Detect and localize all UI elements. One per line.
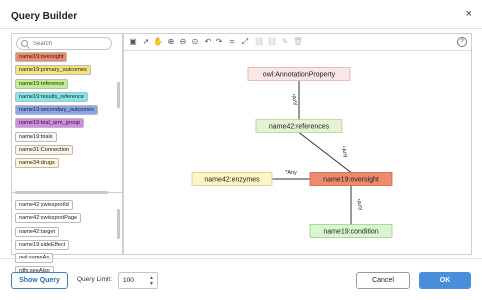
- graph-node-label: name19:oversight: [323, 176, 379, 183]
- search-box[interactable]: [16, 37, 112, 50]
- help-icon[interactable]: ?: [457, 37, 467, 47]
- class-list: name19:oversight name19:primary_outcomesn…: [15, 52, 115, 192]
- cancel-button[interactable]: Cancel: [356, 272, 410, 289]
- class-list-item[interactable]: name19:secondary_outcomes: [15, 105, 98, 116]
- ok-button[interactable]: OK: [419, 272, 471, 289]
- footer-divider: [0, 258, 482, 259]
- layout-icon[interactable]: ▣: [128, 37, 138, 47]
- unlink-icon[interactable]: ⛓: [267, 37, 277, 47]
- expand-icon[interactable]: ⤢: [240, 37, 250, 47]
- property-list-item[interactable]: name42:target: [15, 226, 60, 237]
- edit-icon[interactable]: ✎: [280, 37, 290, 47]
- search-icon: [21, 40, 28, 47]
- property-list-item[interactable]: name42:swissprotId: [15, 200, 73, 210]
- close-icon[interactable]: ×: [466, 8, 472, 20]
- class-list-item[interactable]: name19:primary_outcomes: [15, 65, 91, 76]
- graph-node-label: name42:enzymes: [204, 176, 260, 183]
- query-canvas[interactable]: ▣ ➚ ✋ ⊕ ⊖ ⊙ ↶ ↷ ⌗ ⤢ ⛓ ⛓ ✎ 🗑 ? *Any *Any *A…: [123, 33, 472, 255]
- class-list-scrollbar[interactable]: [117, 82, 120, 108]
- canvas-toolbar: ▣ ➚ ✋ ⊕ ⊖ ⊙ ↶ ↷ ⌗ ⤢ ⛓ ⛓ ✎ 🗑 ?: [124, 34, 471, 51]
- class-list-item[interactable]: name31:Connection: [15, 145, 74, 156]
- list-divider: [12, 192, 122, 193]
- zoom-out-icon[interactable]: ⊖: [178, 37, 188, 47]
- query-limit-value: 100: [123, 277, 134, 284]
- edge-label: *Any: [289, 93, 299, 106]
- dialog-title: Query Builder: [11, 11, 78, 22]
- stepper-icon[interactable]: ▲ ▼: [149, 275, 154, 287]
- zoom-in-icon[interactable]: ⊕: [166, 37, 176, 47]
- redo-icon[interactable]: ↷: [214, 37, 224, 47]
- zoom-fit-icon[interactable]: ⊙: [190, 37, 200, 47]
- edge-label: *Any: [354, 198, 364, 211]
- show-query-button[interactable]: Show Query: [11, 272, 68, 289]
- class-list-item[interactable]: name19:oversight: [15, 52, 68, 62]
- link-icon[interactable]: ⛓: [254, 37, 264, 47]
- graph-node-label: owl:AnnotationProperty: [263, 71, 336, 78]
- arrange-icon[interactable]: ⌗: [227, 37, 237, 47]
- hand-icon[interactable]: ✋: [153, 37, 163, 47]
- undo-icon[interactable]: ↶: [203, 37, 213, 47]
- class-list-item[interactable]: name19:trial_arm_group: [15, 118, 84, 129]
- search-input[interactable]: [33, 39, 109, 49]
- class-list-item[interactable]: name19:trials: [15, 131, 57, 142]
- query-limit-label: Query Limit:: [77, 276, 113, 283]
- graph-node-label: name42:references: [269, 123, 330, 130]
- query-builder-dialog: Query Builder × name19:oversight name19:p…: [0, 0, 482, 300]
- edge-label: *Any: [285, 170, 297, 176]
- delete-icon[interactable]: 🗑: [293, 37, 303, 47]
- query-limit-input[interactable]: 100 ▲ ▼: [118, 272, 158, 289]
- query-graph[interactable]: *Any *Any *Any *Any owl:AnnotationProperty na…: [124, 52, 471, 254]
- pointer-icon[interactable]: ➚: [141, 37, 151, 47]
- property-list-item[interactable]: name19:sideEffect: [15, 239, 70, 250]
- property-list-scrollbar[interactable]: [117, 209, 120, 239]
- edge-label: *Any: [339, 146, 349, 159]
- class-list-item[interactable]: name19:results_reference: [15, 91, 88, 102]
- graph-node-label: name19:condition: [323, 228, 378, 235]
- class-list-panel: name19:oversight name19:primary_outcomesn…: [11, 33, 123, 284]
- property-list-item[interactable]: name42:swissprotPage: [15, 213, 82, 224]
- class-list-item[interactable]: name34:drugs: [15, 158, 59, 169]
- class-list-item[interactable]: name19:reference: [15, 78, 69, 89]
- header-divider: [0, 28, 482, 29]
